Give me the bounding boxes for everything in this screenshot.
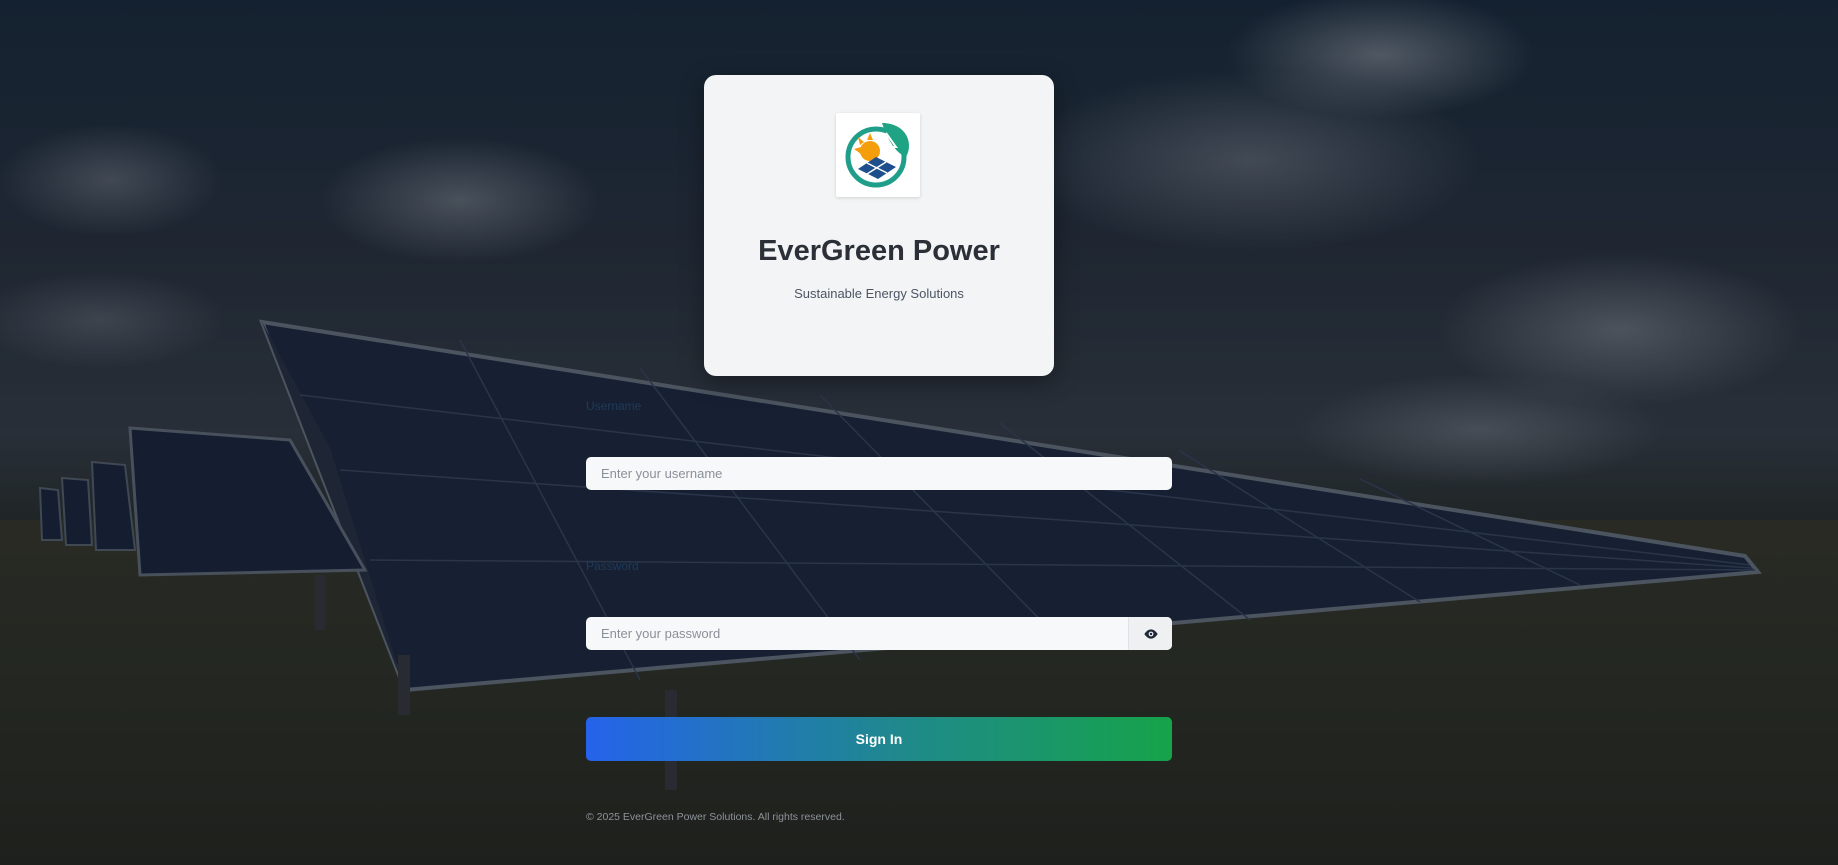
password-input[interactable] <box>586 617 1172 650</box>
sign-in-button[interactable]: Sign In <box>586 717 1172 761</box>
username-input[interactable] <box>586 457 1172 490</box>
password-label: Password <box>586 559 639 573</box>
solar-leaf-logo-icon <box>836 113 920 197</box>
brand-card: EverGreen Power Sustainable Energy Solut… <box>704 75 1054 376</box>
show-password-button[interactable] <box>1128 617 1172 650</box>
brand-title: EverGreen Power <box>758 235 1000 267</box>
username-label: Username <box>586 399 642 413</box>
footer-copyright: © 2025 EverGreen Power Solutions. All ri… <box>586 811 845 823</box>
eye-icon <box>1143 628 1158 639</box>
brand-subtitle: Sustainable Energy Solutions <box>794 286 964 301</box>
